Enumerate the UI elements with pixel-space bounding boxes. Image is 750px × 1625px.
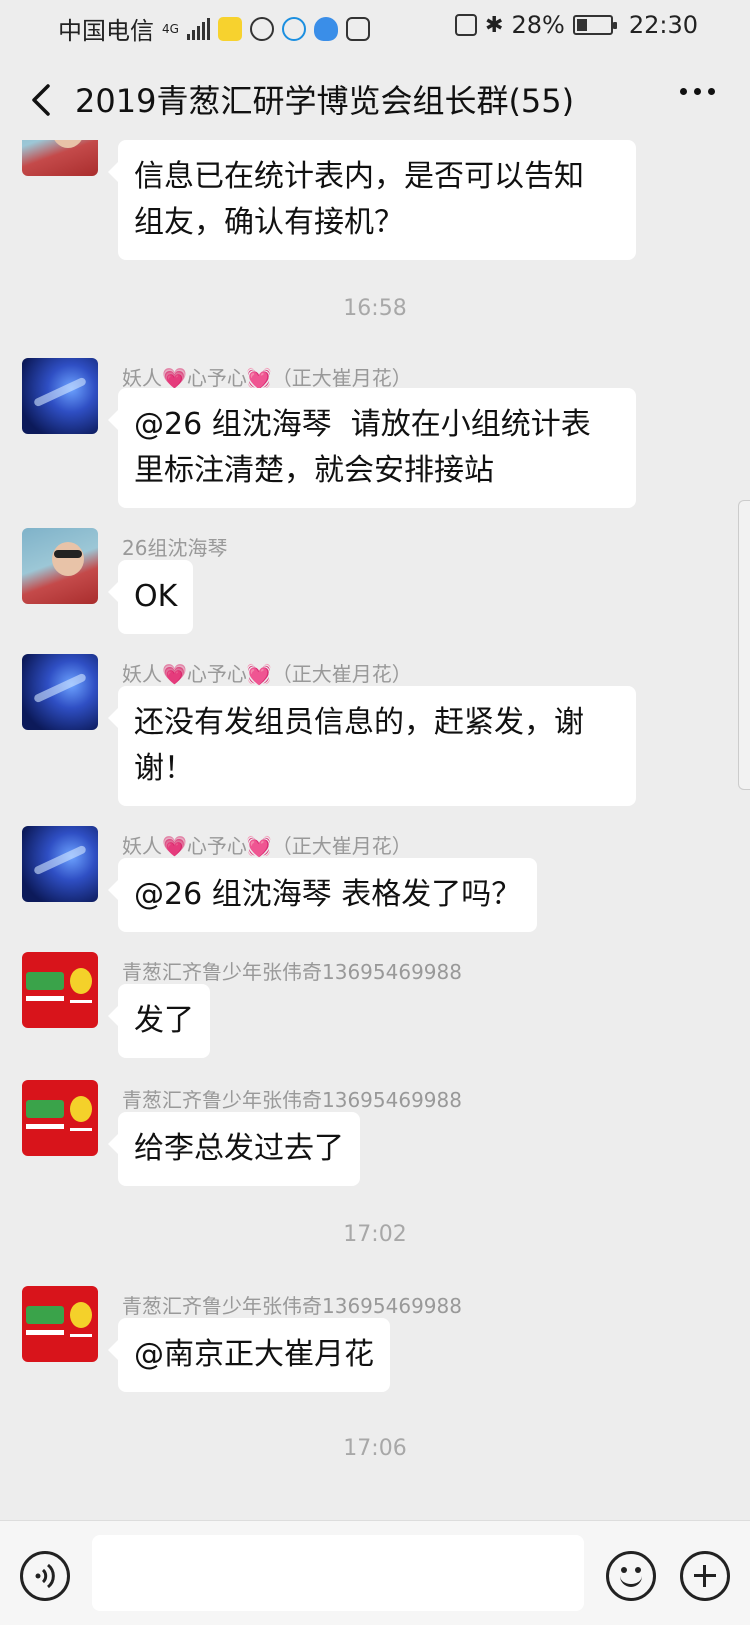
message-bubble[interactable]: @南京正大崔月花	[108, 1318, 390, 1392]
message-text: 还没有发组员信息的，赶紧发，谢 谢！	[134, 705, 584, 786]
emoji-icon[interactable]	[606, 1551, 656, 1601]
avatar[interactable]	[22, 1080, 98, 1156]
message-bubble[interactable]: @26 组沈海琴 请放在小组统计表 里标注清楚，就会安排接站	[108, 388, 636, 508]
chat-list[interactable]: 信息已在统计表内，是否可以告知 组友，确认有接机？ 16:58 妖人💗心予心💓（…	[0, 140, 750, 1520]
avatar[interactable]	[22, 140, 98, 176]
message-bubble[interactable]: 还没有发组员信息的，赶紧发，谢 谢！	[108, 686, 636, 806]
novel-app-icon	[217, 16, 242, 41]
battery-percent: 28%	[511, 11, 565, 39]
message-input[interactable]	[92, 1535, 584, 1611]
avatar[interactable]	[22, 1286, 98, 1362]
message-bubble[interactable]: OK	[107, 560, 194, 634]
avatar[interactable]	[22, 826, 98, 902]
sender-name: 青葱汇齐鲁少年张伟奇13695469988	[122, 1088, 462, 1112]
scrollbar[interactable]	[738, 500, 750, 790]
sender-name: 青葱汇齐鲁少年张伟奇13695469988	[122, 960, 462, 984]
avatar[interactable]	[22, 952, 98, 1028]
qq-browser-icon	[313, 16, 338, 41]
plus-icon[interactable]	[680, 1551, 730, 1601]
sender-name: 妖人💗心予心💓（正大崔月花）	[122, 662, 412, 686]
network-type: 4G	[162, 21, 179, 36]
timestamp: 17:02	[343, 1222, 407, 1247]
avatar[interactable]	[22, 654, 98, 730]
signal-icon	[186, 17, 210, 40]
timestamp: 16:58	[343, 296, 407, 321]
voice-icon[interactable]	[20, 1551, 70, 1601]
message-text: 给李总发过去了	[134, 1131, 344, 1166]
battery-fill	[576, 19, 587, 31]
input-bar	[0, 1520, 750, 1625]
sender-name: 妖人💗心予心💓（正大崔月花）	[122, 834, 412, 858]
nfc-icon	[455, 14, 478, 36]
message-text: 发了	[134, 1003, 194, 1038]
more-options-icon[interactable]	[680, 88, 720, 108]
message-text: @南京正大崔月花	[134, 1337, 374, 1372]
message-text: 信息已在统计表内，是否可以告知 组友，确认有接机？	[134, 159, 584, 240]
app-notification-icon	[281, 16, 306, 41]
back-arrow-icon[interactable]	[22, 78, 66, 122]
chat-header: 2019青葱汇研学博览会组长群(55)	[0, 60, 750, 140]
timestamp: 17:06	[343, 1436, 407, 1461]
sender-name: 青葱汇齐鲁少年张伟奇13695469988	[122, 1294, 462, 1318]
hexagon-app-icon	[345, 16, 370, 41]
sender-name: 妖人💗心予心💓（正大崔月花）	[122, 366, 412, 390]
carrier-label: 中国电信	[58, 17, 154, 45]
sender-name: 26组沈海琴	[122, 536, 228, 560]
avatar[interactable]	[22, 358, 98, 434]
battery-icon	[572, 15, 617, 35]
clock: 22:30	[628, 11, 698, 39]
message-text: @26 组沈海琴 请放在小组统计表 里标注清楚，就会安排接站	[134, 407, 591, 488]
message-bubble[interactable]: @26 组沈海琴 表格发了吗？	[107, 858, 538, 932]
wechat-icon	[249, 16, 274, 41]
chat-title: 2019青葱汇研学博览会组长群(55)	[75, 82, 575, 120]
bluetooth-icon: ✱	[485, 12, 504, 38]
message-text: @26 组沈海琴 表格发了吗？	[134, 877, 522, 912]
message-bubble[interactable]: 给李总发过去了	[108, 1112, 360, 1186]
status-bar: 中国电信 4G ✱ 28% 22:30	[0, 0, 750, 50]
message-text: OK	[134, 579, 178, 614]
message-bubble[interactable]: 发了	[108, 984, 210, 1058]
avatar[interactable]	[22, 528, 98, 604]
message-bubble[interactable]: 信息已在统计表内，是否可以告知 组友，确认有接机？	[108, 140, 636, 260]
